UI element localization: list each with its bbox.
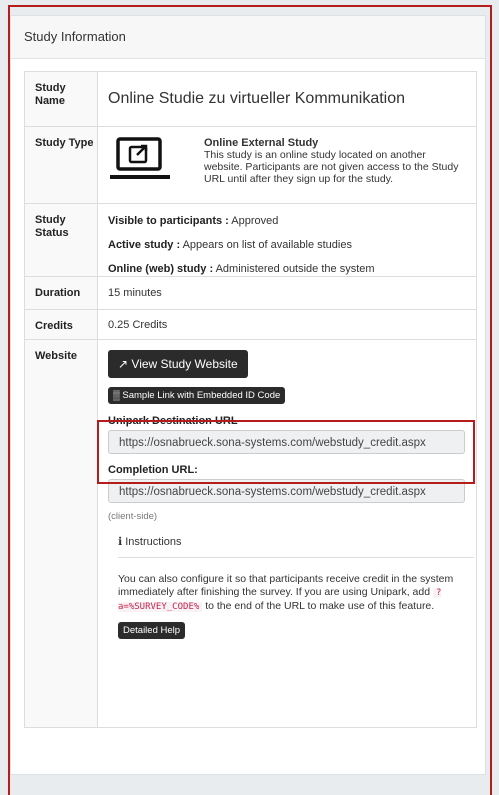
client-side-note: (client-side) — [108, 511, 158, 522]
view-study-website-button[interactable]: ↗ View Study Website — [108, 350, 248, 378]
study-type-description: This study is an online study located on… — [204, 149, 459, 185]
completion-url-field[interactable]: https://osnabrueck.sona-systems.com/webs… — [108, 479, 465, 503]
barcode-icon: ▒ — [113, 390, 120, 401]
study-name-value: Online Studie zu virtueller Kommunikatio… — [108, 90, 406, 107]
row-duration: Duration 15 minutes — [24, 276, 477, 310]
credits-value: 0.25 Credits — [97, 309, 477, 340]
study-type-heading: Online External Study — [204, 137, 319, 149]
label-website: Website — [24, 339, 98, 728]
unipark-destination-url-field[interactable]: https://osnabrueck.sona-systems.com/webs… — [108, 430, 465, 454]
label-study-name: Study Name — [24, 71, 98, 127]
row-study-status: Study Status Visible to participants : A… — [24, 203, 477, 277]
divider — [118, 557, 474, 558]
sample-link-button[interactable]: ▒ Sample Link with Embedded ID Code — [108, 387, 286, 404]
row-study-type: Study Type Online External Study This st… — [24, 126, 477, 204]
label-duration: Duration — [24, 276, 98, 310]
unipark-destination-label: Unipark Destination URL — [108, 415, 238, 427]
study-information-panel: Study Information Study Name Online Stud… — [10, 15, 486, 775]
external-study-laptop-icon — [110, 137, 170, 179]
label-credits: Credits — [24, 309, 98, 340]
status-active: Active study : Appears on list of availa… — [108, 239, 352, 251]
row-website: Website ↗ View Study Website ▒ Sample Li… — [24, 339, 477, 728]
instructions-heading[interactable]: ℹ Instructions — [118, 535, 476, 549]
completion-url-label: Completion URL: — [108, 464, 198, 476]
status-visible: Visible to participants : Approved — [108, 215, 279, 227]
detailed-help-button[interactable]: Detailed Help — [118, 622, 186, 639]
panel-title: Study Information — [11, 16, 485, 59]
row-study-name: Study Name Online Studie zu virtueller K… — [24, 71, 477, 127]
study-info-table: Study Name Online Studie zu virtueller K… — [24, 71, 477, 728]
instructions-text: You can also configure it so that partic… — [118, 573, 454, 612]
label-study-type: Study Type — [24, 126, 98, 204]
row-credits: Credits 0.25 Credits — [24, 309, 477, 340]
label-study-status: Study Status — [24, 203, 98, 277]
info-icon: ℹ — [118, 536, 123, 548]
duration-value: 15 minutes — [97, 276, 477, 310]
external-link-icon: ↗ — [118, 357, 129, 371]
status-online: Online (web) study : Administered outsid… — [108, 263, 375, 275]
